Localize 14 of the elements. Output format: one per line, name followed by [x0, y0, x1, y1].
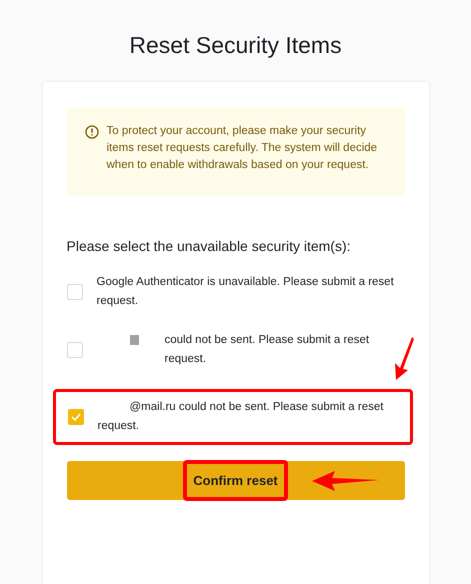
notice-text: To protect your account, please make your security items reset requests carefully. The system will decide when to enable withdrawals based on your request.	[106, 124, 378, 173]
page-title: Reset Security Items	[129, 31, 342, 60]
option-text: could not be sent. Please submit a reset request.	[164, 333, 370, 367]
highlight-frame: Confirm reset	[183, 460, 288, 501]
checkbox[interactable]	[66, 284, 82, 300]
option-text: Google Authenticator is unavailable. Please submit a reset request.	[96, 275, 395, 309]
option-text: @mail.ru could not be sent. Please submit a reset request.	[98, 400, 384, 434]
checkbox[interactable]	[66, 342, 82, 358]
confirm-button[interactable]: Confirm reset	[66, 461, 404, 500]
redaction-mark	[130, 335, 138, 345]
checkmark-icon	[70, 413, 80, 421]
warning-icon	[84, 125, 98, 139]
prompt-text: Please select the unavailable security item(s):	[66, 237, 352, 256]
checkbox[interactable]	[68, 409, 84, 425]
